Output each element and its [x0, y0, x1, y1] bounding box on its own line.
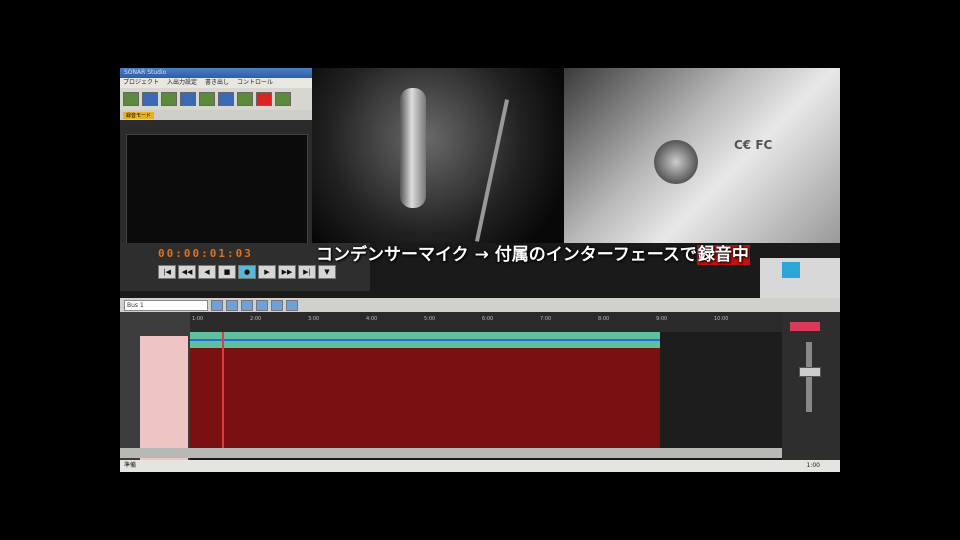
caption-text: コンデンサーマイク → 付属のインターフェースで: [316, 245, 697, 265]
ruler-tick: 4:00: [366, 316, 378, 322]
tool-icon[interactable]: [271, 299, 283, 311]
daw-mini-window: SONAR Studio プロジェクト 入出力設定 書き出し コントロール 録音…: [120, 68, 312, 246]
tool-icon[interactable]: [286, 299, 298, 311]
stop-button[interactable]: ■: [218, 265, 236, 279]
record-button[interactable]: ●: [238, 265, 256, 279]
menu-item-project[interactable]: プロジェクト: [123, 78, 159, 88]
ruler-tick: 2:00: [250, 316, 262, 322]
tool-icon[interactable]: [275, 92, 291, 106]
transport-buttons: |◀ ◀◀ ◀ ■ ● ▶ ▶▶ ▶| ▼: [158, 265, 336, 279]
audio-clip[interactable]: [190, 332, 660, 348]
record-mode-tag[interactable]: 録音モード: [123, 111, 155, 119]
rewind-button[interactable]: ◀◀: [178, 265, 196, 279]
ruler-tick: 9:00: [656, 316, 668, 322]
ruler-tick: 6:00: [482, 316, 494, 322]
menu-item-export[interactable]: 書き出し: [205, 78, 229, 88]
track-select[interactable]: Bus 1: [124, 299, 208, 311]
goto-end-button[interactable]: ▶|: [298, 265, 316, 279]
volume-fader[interactable]: [806, 342, 812, 412]
microphone-photo: [312, 68, 564, 243]
window-title: SONAR Studio: [120, 68, 312, 78]
tool-icon[interactable]: [123, 92, 139, 106]
play-button[interactable]: ▶: [258, 265, 276, 279]
time-counter: 00:00:01:03: [158, 247, 253, 260]
menu-bar: プロジェクト 入出力設定 書き出し コントロール: [120, 78, 312, 88]
mic-stand-image: [474, 99, 510, 242]
status-left: 準備: [124, 462, 137, 469]
tool-icon[interactable]: [211, 299, 223, 311]
tool-icon[interactable]: [142, 92, 158, 106]
status-right: 1:00: [806, 462, 820, 469]
tool-icon[interactable]: [237, 92, 253, 106]
side-panel: [760, 258, 840, 298]
tool-icon[interactable]: [226, 299, 238, 311]
track-header-column: [120, 312, 190, 460]
ruler-tick: 5:00: [424, 316, 436, 322]
interface-photo: C€ FC: [564, 68, 840, 243]
fast-forward-button[interactable]: ▶▶: [278, 265, 296, 279]
empty-track-area[interactable]: [660, 332, 782, 448]
ruler-tick: 1:00: [192, 316, 204, 322]
timeline-ruler[interactable]: 1:00 2:00 3:00 4:00 5:00 6:00 7:00 8:00 …: [190, 312, 782, 333]
recording-region[interactable]: [190, 348, 660, 448]
ruler-tick: 10:00: [714, 316, 729, 322]
playhead[interactable]: [222, 332, 224, 448]
tool-icon[interactable]: [180, 92, 196, 106]
menu-item-control[interactable]: コントロール: [237, 78, 273, 88]
caption: コンデンサーマイク → 付属のインターフェースで録音中: [316, 240, 750, 265]
more-button[interactable]: ▼: [318, 265, 336, 279]
scrollbar[interactable]: [120, 448, 782, 458]
video-frame: SONAR Studio プロジェクト 入出力設定 書き出し コントロール 録音…: [120, 68, 840, 472]
ruler-tick: 7:00: [540, 316, 552, 322]
back-button[interactable]: ◀: [198, 265, 216, 279]
app-icon: [782, 262, 800, 278]
xlr-jack-image: [654, 140, 698, 184]
bus-label: [790, 322, 820, 331]
preview-screen: [126, 134, 308, 246]
toolbar: [120, 88, 312, 110]
menu-item-io[interactable]: 入出力設定: [167, 78, 197, 88]
tool-icon[interactable]: [161, 92, 177, 106]
ce-mark-image: C€ FC: [734, 138, 773, 152]
tool-icon[interactable]: [256, 299, 268, 311]
record-icon[interactable]: [256, 92, 272, 106]
tool-icon[interactable]: [199, 92, 215, 106]
caption-highlight: 録音中: [696, 245, 750, 265]
waveform: [190, 339, 660, 341]
fader-knob[interactable]: [799, 367, 821, 377]
ruler-tick: 3:00: [308, 316, 320, 322]
condenser-mic-image: [400, 88, 426, 208]
mode-row: 録音モード: [120, 110, 312, 120]
ruler-tick: 8:00: [598, 316, 610, 322]
status-bar: 準備 1:00: [120, 460, 840, 472]
track-toolbar: Bus 1: [120, 298, 840, 312]
mixer-strip: [782, 312, 840, 460]
tool-icon[interactable]: [241, 299, 253, 311]
tool-icon[interactable]: [218, 92, 234, 106]
goto-start-button[interactable]: |◀: [158, 265, 176, 279]
track-header[interactable]: [140, 336, 188, 460]
